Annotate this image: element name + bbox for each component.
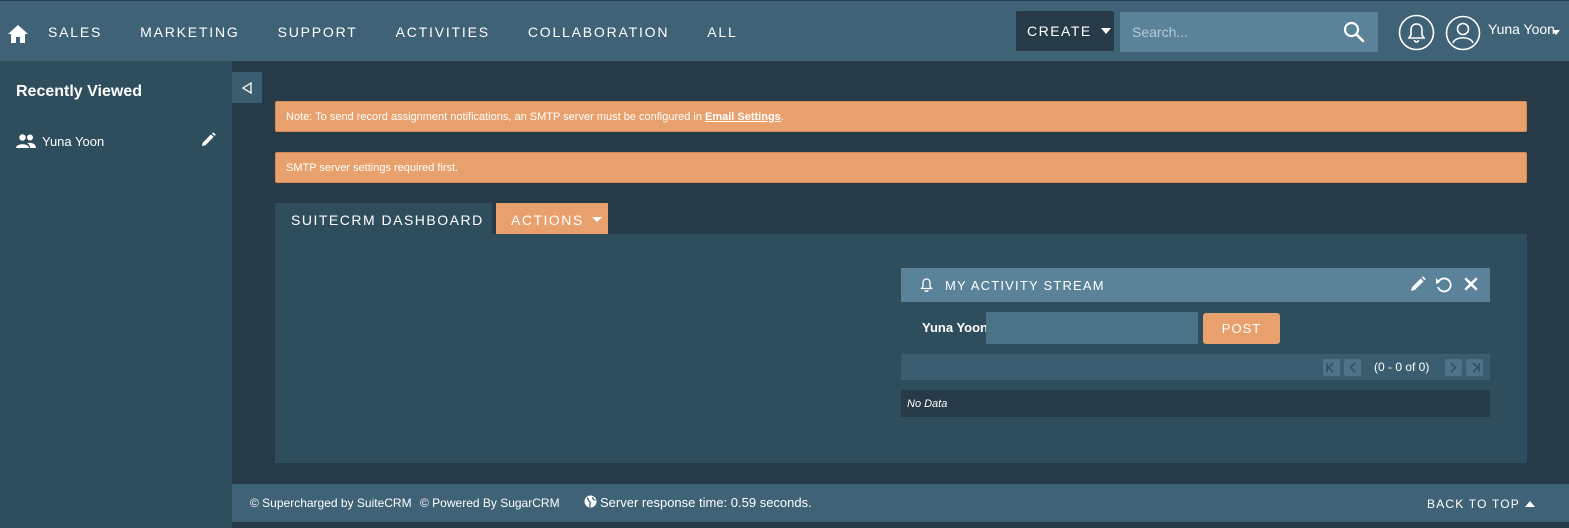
user-menu-name[interactable]: Yuna Yoon xyxy=(1488,21,1555,37)
collapse-arrow-icon xyxy=(241,81,252,94)
caret-down-icon xyxy=(1100,28,1111,34)
people-icon xyxy=(16,134,36,148)
tab-dashboard-label: SUITECRM DASHBOARD xyxy=(291,211,484,228)
notifications-bell-icon[interactable] xyxy=(1398,14,1435,51)
no-data-row: No Data xyxy=(901,390,1490,417)
tab-suitecrm-dashboard[interactable]: SUITECRM DASHBOARD xyxy=(275,203,492,236)
sidebar-collapse-button[interactable] xyxy=(232,72,262,103)
post-button[interactable]: POST xyxy=(1203,313,1280,344)
tab-actions[interactable]: ACTIONS xyxy=(496,203,608,236)
create-button[interactable]: CREATE xyxy=(1016,11,1114,51)
pagination-count: (0 - 0 of 0) xyxy=(1374,360,1430,374)
recently-viewed-label[interactable]: Yuna Yoon xyxy=(42,134,104,149)
refresh-icon[interactable] xyxy=(1435,276,1453,294)
user-avatar-icon[interactable] xyxy=(1445,15,1481,51)
globe-icon xyxy=(584,495,597,508)
smtp-note-suffix: . xyxy=(780,110,784,123)
home-icon[interactable] xyxy=(6,22,30,46)
post-user-name: Yuna Yoon xyxy=(922,320,988,335)
next-page-icon[interactable] xyxy=(1445,359,1462,376)
nav-collaboration[interactable]: COLLABORATION xyxy=(528,24,669,40)
back-to-top-link[interactable]: BACK TO TOP xyxy=(1427,497,1536,511)
server-response-time: Server response time: 0.59 seconds. xyxy=(600,495,812,510)
tab-actions-label: ACTIONS xyxy=(511,211,584,228)
back-to-top-label: BACK TO TOP xyxy=(1427,497,1521,511)
arrow-up-icon xyxy=(1525,501,1536,507)
edit-pencil-icon[interactable] xyxy=(200,132,216,148)
activity-stream-dashlet-header: MY ACTIVITY STREAM xyxy=(901,268,1490,302)
top-navbar: SALES MARKETING SUPPORT ACTIVITIES COLLA… xyxy=(0,0,1569,61)
footer: © Supercharged by SuiteCRM © Powered By … xyxy=(232,484,1569,522)
activity-post-input[interactable] xyxy=(986,312,1198,344)
search-icon[interactable] xyxy=(1342,20,1366,44)
dashlet-title: MY ACTIVITY STREAM xyxy=(945,278,1105,293)
nav-all[interactable]: ALL xyxy=(707,24,737,40)
sidebar: Recently Viewed Yuna Yoon xyxy=(0,61,232,528)
recently-viewed-item[interactable]: Yuna Yoon xyxy=(16,131,216,151)
nav-marketing[interactable]: MARKETING xyxy=(140,24,239,40)
global-search xyxy=(1120,12,1378,52)
main-menu: SALES MARKETING SUPPORT ACTIVITIES COLLA… xyxy=(48,1,776,62)
nav-activities[interactable]: ACTIVITIES xyxy=(396,24,490,40)
bell-icon xyxy=(920,278,933,292)
email-settings-link[interactable]: Email Settings xyxy=(705,111,781,123)
edit-pencil-icon[interactable] xyxy=(1409,276,1426,293)
first-page-icon[interactable] xyxy=(1323,359,1340,376)
pagination-bar: (0 - 0 of 0) xyxy=(901,354,1490,380)
recently-viewed-title: Recently Viewed xyxy=(16,83,142,100)
smtp-required-text: SMTP server settings required first. xyxy=(286,161,459,174)
caret-down-icon xyxy=(591,217,602,222)
smtp-required-alert: SMTP server settings required first. xyxy=(275,152,1527,183)
close-icon[interactable] xyxy=(1464,277,1478,291)
nav-sales[interactable]: SALES xyxy=(48,24,102,40)
smtp-assignment-note: Note: To send record assignment notifica… xyxy=(275,101,1527,132)
suitecrm-credit-link[interactable]: © Supercharged by SuiteCRM xyxy=(250,496,412,510)
chevron-down-icon[interactable] xyxy=(1552,30,1560,35)
previous-page-icon[interactable] xyxy=(1344,359,1361,376)
post-button-label: POST xyxy=(1221,321,1262,336)
last-page-icon[interactable] xyxy=(1466,359,1483,376)
smtp-note-text: Note: To send record assignment notifica… xyxy=(286,110,702,123)
create-label: CREATE xyxy=(1027,23,1092,39)
nav-support[interactable]: SUPPORT xyxy=(278,24,358,40)
no-data-text: No Data xyxy=(907,397,948,410)
sugarcrm-credit-link[interactable]: © Powered By SugarCRM xyxy=(420,496,560,510)
search-input[interactable] xyxy=(1120,12,1335,52)
